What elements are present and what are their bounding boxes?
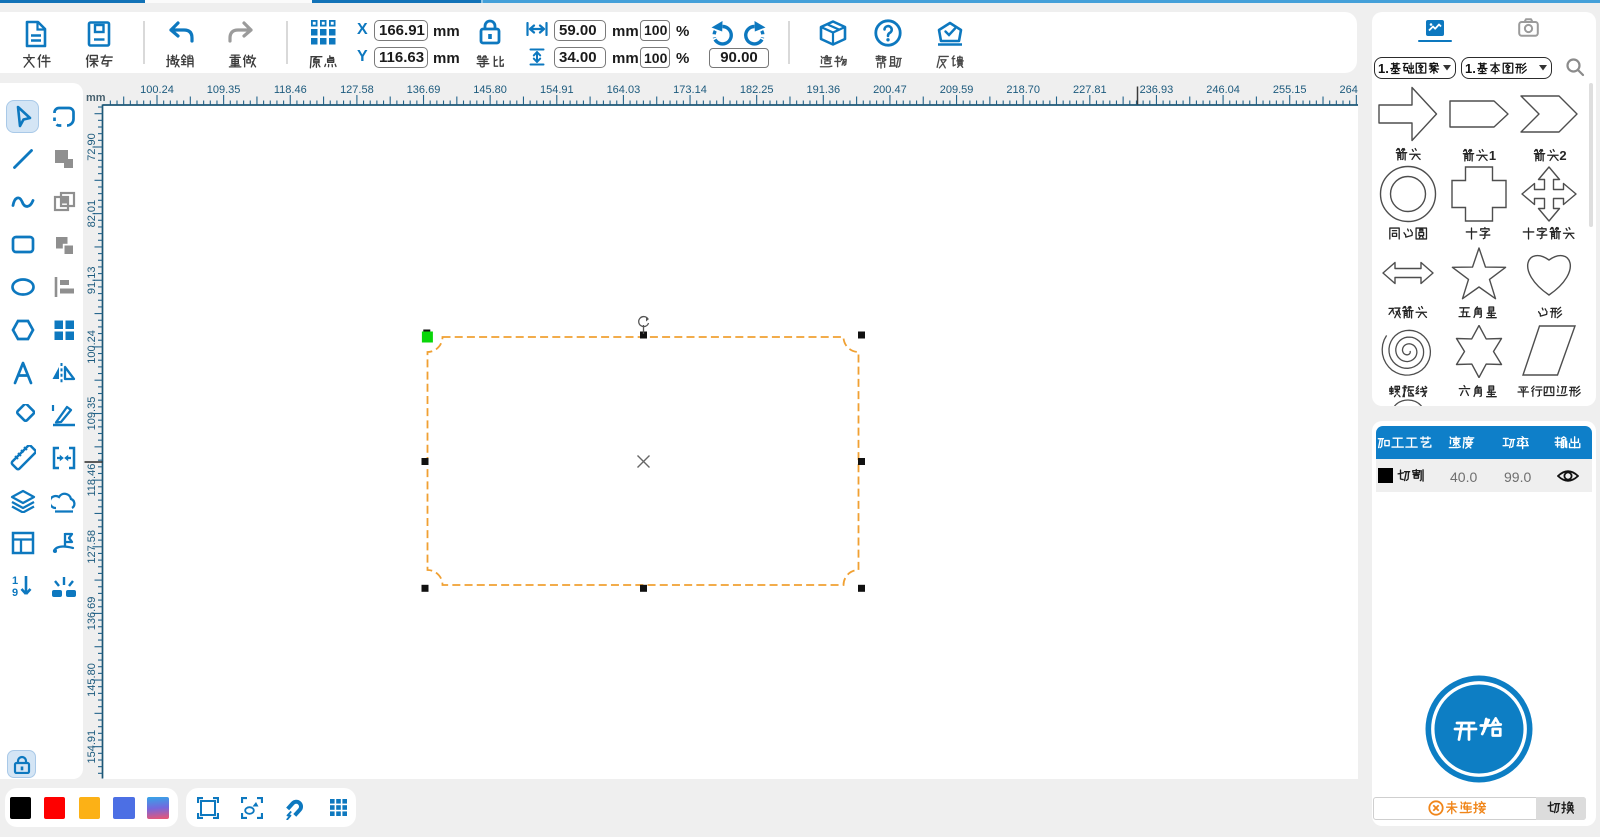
svg-text:209.59: 209.59	[940, 84, 974, 96]
svg-text:118.46: 118.46	[86, 464, 98, 497]
svg-text:109.35: 109.35	[86, 397, 98, 431]
svg-text:145.80: 145.80	[86, 663, 98, 697]
svg-text:127.58: 127.58	[340, 84, 374, 96]
svg-text:136.69: 136.69	[86, 597, 98, 631]
svg-text:264.26: 264.26	[1339, 84, 1358, 96]
svg-text:154.91: 154.91	[540, 84, 574, 96]
svg-text:127.58: 127.58	[86, 530, 98, 564]
svg-text:72.90: 72.90	[86, 133, 98, 161]
svg-text:173.14: 173.14	[673, 84, 707, 96]
svg-text:145.80: 145.80	[473, 84, 507, 96]
svg-text:182.25: 182.25	[740, 84, 774, 96]
svg-text:118.46: 118.46	[274, 84, 307, 96]
svg-text:236.93: 236.93	[1140, 84, 1174, 96]
svg-text:91.13: 91.13	[86, 267, 98, 295]
svg-text:200.47: 200.47	[873, 84, 907, 96]
svg-text:100.24: 100.24	[140, 84, 174, 96]
svg-text:255.15: 255.15	[1273, 84, 1307, 96]
svg-text:218.70: 218.70	[1006, 84, 1040, 96]
svg-text:164.03: 164.03	[607, 84, 641, 96]
svg-text:154.91: 154.91	[86, 730, 98, 764]
svg-text:mm: mm	[86, 92, 106, 104]
svg-text:227.81: 227.81	[1073, 84, 1107, 96]
svg-text:246.04: 246.04	[1206, 84, 1240, 96]
svg-text:136.69: 136.69	[407, 84, 441, 96]
svg-text:82.01: 82.01	[86, 200, 98, 228]
svg-text:109.35: 109.35	[207, 84, 241, 96]
svg-text:191.36: 191.36	[806, 84, 840, 96]
svg-text:100.24: 100.24	[86, 330, 98, 364]
